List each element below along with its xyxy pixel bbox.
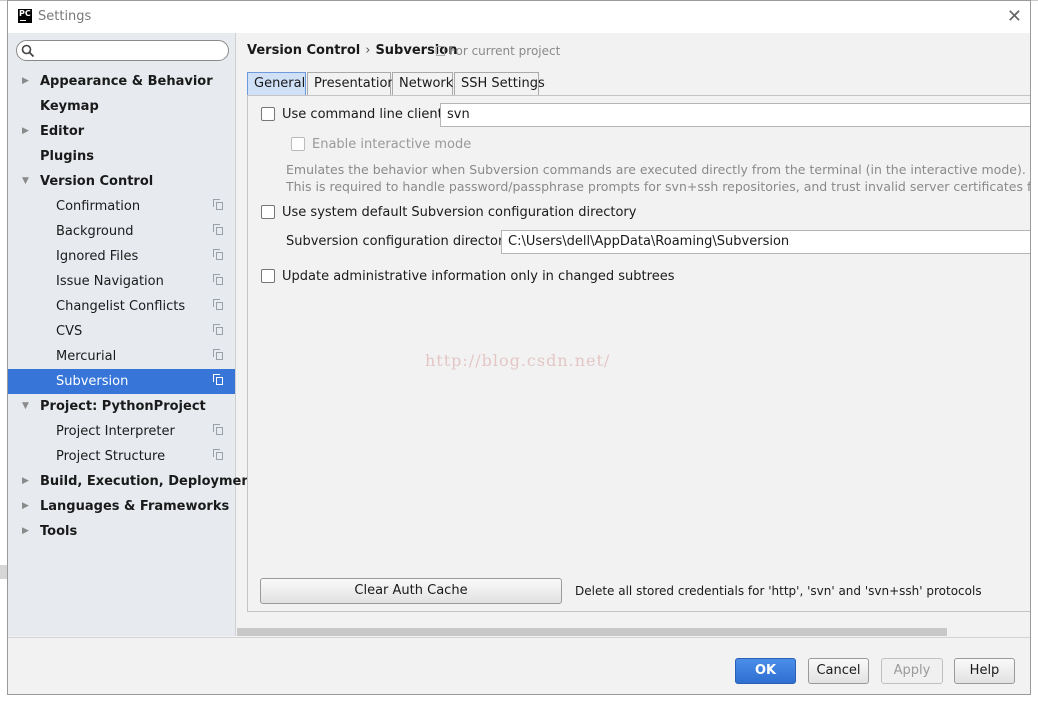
sidebar-item-editor[interactable]: ▶ Editor [8, 119, 235, 144]
background-strip-left [0, 565, 7, 579]
expand-right-icon[interactable]: ▶ [22, 519, 29, 544]
project-level-icon [213, 324, 223, 335]
enable-interactive-checkbox[interactable] [291, 137, 305, 151]
expand-down-icon[interactable]: ▼ [22, 394, 29, 419]
breadcrumb-parent[interactable]: Version Control [247, 43, 360, 58]
general-tab-panel: Use command line client: svn Enable inte… [247, 95, 1031, 612]
use-system-default-checkbox[interactable] [261, 205, 275, 219]
update-admin-info-label: Update administrative information only i… [282, 269, 675, 284]
sidebar-item-issue-navigation[interactable]: Issue Navigation [8, 269, 235, 294]
cancel-button[interactable]: Cancel [808, 658, 869, 684]
breadcrumb-separator: › [365, 43, 371, 58]
sidebar-item-version-control[interactable]: ▼ Version Control [8, 169, 235, 194]
expand-right-icon[interactable]: ▶ [22, 69, 29, 94]
enable-interactive-label: Enable interactive mode [312, 137, 472, 152]
help-button[interactable]: Help [954, 658, 1015, 684]
sidebar-item-ignored-files[interactable]: Ignored Files [8, 244, 235, 269]
expand-down-icon[interactable]: ▼ [22, 169, 29, 194]
sidebar-item-label: Background [56, 224, 134, 239]
clear-auth-cache-description: Delete all stored credentials for 'http'… [575, 584, 982, 598]
sidebar-item-tools[interactable]: ▶ Tools [8, 519, 235, 544]
dialog-button-bar: OK Cancel Apply Help [8, 637, 1030, 694]
sidebar-item-label: Ignored Files [56, 249, 139, 264]
project-scope-note: For current project [436, 44, 560, 58]
watermark: http://blog.csdn.net/ [425, 351, 611, 370]
ok-button[interactable]: OK [735, 658, 796, 684]
project-level-icon [213, 374, 223, 385]
description-line-1: Emulates the behavior when Subversion co… [286, 162, 1026, 177]
config-directory-label: Subversion configuration directory: [286, 234, 515, 249]
sidebar-item-label: Mercurial [56, 349, 117, 364]
sidebar-item-label: CVS [56, 324, 83, 339]
sidebar-item-label: Subversion [56, 374, 129, 389]
pycharm-logo-icon: PC [18, 9, 32, 23]
horizontal-scrollbar[interactable] [237, 628, 947, 636]
sidebar-item-subversion[interactable]: Subversion [8, 369, 235, 394]
sidebar-item-label: Project Structure [56, 449, 166, 464]
use-system-default-label: Use system default Subversion configurat… [282, 205, 637, 220]
project-level-icon [213, 424, 223, 435]
apply-button[interactable]: Apply [881, 658, 943, 684]
sidebar-item-label: Build, Execution, Deployment [40, 474, 257, 489]
project-level-icon [213, 199, 223, 210]
settings-dialog: PC Settings ✕ ▶ Appearance & Behavior Keym… [7, 0, 1031, 695]
sidebar-item-project-structure[interactable]: Project Structure [8, 444, 235, 469]
expand-right-icon[interactable]: ▶ [22, 119, 29, 144]
tab-general[interactable]: General [247, 72, 306, 95]
tab-presentation[interactable]: Presentation [307, 72, 396, 95]
sidebar-item-languages-frameworks[interactable]: ▶ Languages & Frameworks [8, 494, 235, 519]
project-scope-label: For current project [449, 44, 561, 58]
sidebar-item-changelist-conflicts[interactable]: Changelist Conflicts [8, 294, 235, 319]
close-icon[interactable]: ✕ [1007, 6, 1022, 27]
sidebar-item-keymap[interactable]: Keymap [8, 94, 235, 119]
project-level-icon [213, 274, 223, 285]
sidebar-item-label: Version Control [40, 174, 154, 189]
sidebar-item-project-pythonproject[interactable]: ▼ Project: PythonProject [8, 394, 235, 419]
sidebar-item-plugins[interactable]: Plugins [8, 144, 235, 169]
clear-auth-cache-button[interactable]: Clear Auth Cache [260, 578, 562, 604]
sidebar-item-mercurial[interactable]: Mercurial [8, 344, 235, 369]
sidebar-item-label: Project: PythonProject [40, 399, 206, 414]
sidebar-item-label: Keymap [40, 99, 99, 114]
project-level-icon [213, 249, 223, 260]
sidebar-item-label: Plugins [40, 149, 94, 164]
update-admin-info-checkbox[interactable] [261, 269, 275, 283]
settings-sidebar: ▶ Appearance & Behavior Keymap ▶ Editor Plugi… [8, 33, 257, 636]
sidebar-item-label: Languages & Frameworks [40, 499, 230, 514]
title-bar: PC Settings ✕ [8, 1, 1030, 33]
sidebar-item-label: Tools [40, 524, 78, 539]
description-line-2: This is required to handle password/pass… [286, 179, 1031, 194]
project-scope-icon [436, 46, 445, 56]
breadcrumb: Version Control › Subversion [247, 43, 457, 58]
sidebar-item-label: Appearance & Behavior [40, 74, 213, 89]
project-level-icon [213, 349, 223, 360]
project-level-icon [213, 299, 223, 310]
sidebar-item-confirmation[interactable]: Confirmation [8, 194, 235, 219]
sidebar-item-build-execution-deployment[interactable]: ▶ Build, Execution, Deployment [8, 469, 257, 494]
search-input[interactable] [16, 40, 229, 61]
use-command-line-checkbox[interactable] [261, 107, 275, 121]
sidebar-item-cvs[interactable]: CVS [8, 319, 235, 344]
config-directory-input[interactable]: C:\Users\dell\AppData\Roaming\Subversion [501, 230, 1030, 254]
tab-network[interactable]: Network [392, 72, 453, 95]
sidebar-item-background[interactable]: Background [8, 219, 235, 244]
sidebar-item-label: Changelist Conflicts [56, 299, 186, 314]
project-level-icon [213, 449, 223, 460]
sidebar-item-label: Project Interpreter [56, 424, 175, 439]
search-icon [21, 44, 35, 58]
tab-ssh-settings[interactable]: SSH Settings [454, 72, 545, 95]
sidebar-item-project-interpreter[interactable]: Project Interpreter [8, 419, 235, 444]
sidebar-item-label: Editor [40, 124, 85, 139]
window-title: Settings [38, 9, 92, 24]
use-command-line-label: Use command line client: [282, 107, 448, 122]
project-level-icon [213, 224, 223, 235]
sidebar-item-label: Issue Navigation [56, 274, 164, 289]
sidebar-item-label: Confirmation [56, 199, 141, 214]
expand-right-icon[interactable]: ▶ [22, 469, 29, 494]
sidebar-item-appearance-behavior[interactable]: ▶ Appearance & Behavior [8, 69, 235, 94]
command-line-client-input[interactable]: svn [440, 103, 1030, 127]
expand-right-icon[interactable]: ▶ [22, 494, 29, 519]
